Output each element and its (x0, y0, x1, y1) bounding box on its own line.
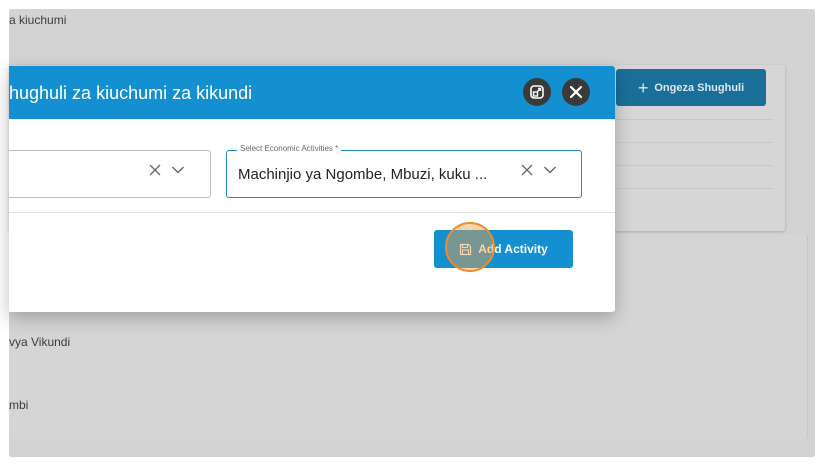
clear-icon[interactable] (521, 164, 533, 176)
partial-label: mbi (9, 398, 29, 412)
add-activity-button[interactable]: + Ongeza Shughuli (616, 69, 766, 106)
clear-icon[interactable] (149, 164, 161, 176)
chevron-down-icon[interactable] (543, 165, 557, 175)
section-title: a kiuchumi (9, 13, 67, 27)
economic-activities-modal: hughuli za kiuchumi za kikundi Select Ec… (9, 66, 615, 312)
table-row (609, 143, 773, 166)
economic-activities-value: Machinjio ya Ngombe, Mbuzi, kuku ... (238, 166, 488, 183)
chevron-down-icon[interactable] (171, 165, 185, 175)
groups-label: vya Vikundi (9, 335, 71, 349)
table-row (609, 166, 773, 189)
modal-header: hughuli za kiuchumi za kikundi (9, 66, 615, 119)
expand-icon (530, 85, 544, 99)
modal-divider (9, 212, 615, 213)
table-row (609, 120, 773, 143)
close-button[interactable] (562, 78, 590, 106)
click-indicator (445, 222, 495, 272)
activities-table (609, 119, 773, 210)
economic-activities-legend: Select Economic Activities * (237, 144, 342, 153)
economic-activities-select[interactable]: Select Economic Activities * Machinjio y… (226, 144, 582, 198)
plus-icon: + (637, 77, 649, 98)
modal-title: hughuli za kiuchumi za kikundi (9, 83, 253, 103)
expand-button[interactable] (523, 78, 551, 106)
add-activity-label: Ongeza Shughuli (654, 81, 745, 94)
close-icon (569, 85, 583, 99)
group-select-field[interactable] (9, 150, 211, 198)
